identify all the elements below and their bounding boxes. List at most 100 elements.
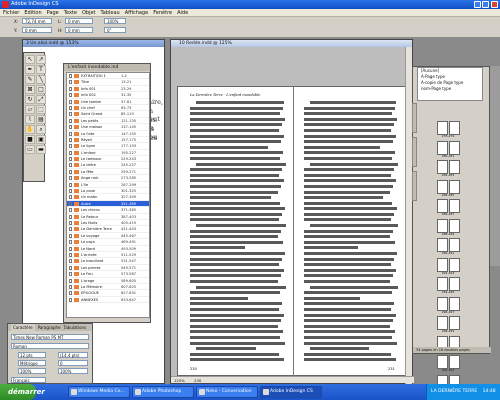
- preview-view-icon[interactable]: ▬: [36, 145, 46, 154]
- side-tab-info[interactable]: [412, 171, 417, 201]
- page-thumb[interactable]: [448, 179, 460, 194]
- page-thumb[interactable]: [448, 160, 460, 174]
- rectangle-frame-tool-icon[interactable]: ⊠: [25, 85, 35, 94]
- page-thumb[interactable]: [448, 296, 460, 311]
- maximize-button[interactable]: [482, 1, 489, 8]
- type-tool-icon[interactable]: T: [36, 65, 46, 74]
- taskbar-button-conversation[interactable]: Neko - Conversation: [196, 386, 258, 398]
- rectangle-tool-icon[interactable]: □: [36, 85, 46, 94]
- stroke-swatch-icon[interactable]: ▣: [36, 135, 46, 144]
- tab-tabs[interactable]: Tabulations: [64, 324, 87, 331]
- visibility-icon[interactable]: [69, 157, 72, 162]
- page-thumb[interactable]: [448, 199, 460, 213]
- visibility-icon[interactable]: [69, 99, 72, 104]
- x-field[interactable]: 72,74 mm: [22, 18, 52, 24]
- page-thumb[interactable]: [448, 257, 460, 272]
- horizontal-scrollbar[interactable]: 125% 230: [171, 376, 414, 383]
- visibility-icon[interactable]: [69, 118, 72, 123]
- normal-view-icon[interactable]: ▭: [25, 145, 35, 154]
- visibility-icon[interactable]: [69, 86, 72, 91]
- spread-thumbnail[interactable]: 284-285: [431, 179, 465, 198]
- page-thumb[interactable]: [436, 179, 448, 194]
- vertical-scale-field[interactable]: 100%: [18, 368, 46, 374]
- start-button[interactable]: démarrer: [0, 384, 45, 400]
- visibility-icon[interactable]: [69, 112, 72, 117]
- visibility-icon[interactable]: [69, 125, 72, 130]
- gradient-tool-icon[interactable]: ▤: [36, 115, 46, 124]
- font-size-field[interactable]: 12 pts: [18, 352, 46, 358]
- side-tab-pages[interactable]: [412, 103, 417, 133]
- spread-thumbnail[interactable]: 298-299: [431, 316, 465, 334]
- visibility-icon[interactable]: [69, 137, 72, 142]
- minimize-button[interactable]: [474, 1, 481, 8]
- page-thumb[interactable]: [448, 277, 460, 291]
- direct-selection-tool-icon[interactable]: ↗: [36, 55, 46, 64]
- visibility-icon[interactable]: [69, 220, 72, 225]
- spread-thumbnail[interactable]: 292-293: [431, 257, 465, 276]
- tab-character[interactable]: Caractère: [11, 324, 35, 331]
- document-tab-2[interactable]: 10 Redde.indd @ 125%: [171, 40, 412, 47]
- line-tool-icon[interactable]: ╲: [36, 75, 46, 84]
- y-field[interactable]: 0 mm: [22, 27, 52, 33]
- visibility-icon[interactable]: [69, 272, 72, 277]
- visibility-icon[interactable]: [69, 265, 72, 270]
- spread-thumbnail[interactable]: 290-291: [431, 238, 465, 256]
- visibility-icon[interactable]: [69, 201, 72, 206]
- spread-thumbnail[interactable]: 278-279: [431, 121, 465, 139]
- spread-thumbnail[interactable]: 280-281: [431, 140, 465, 159]
- transform-tool-icon[interactable]: ⬚: [36, 105, 46, 114]
- scale-field[interactable]: 100%: [104, 18, 126, 24]
- visibility-icon[interactable]: [69, 208, 72, 213]
- visibility-icon[interactable]: [69, 246, 72, 251]
- page-thumb[interactable]: [448, 121, 460, 135]
- page-thumb[interactable]: [448, 218, 460, 233]
- eyedropper-tool-icon[interactable]: ⌇: [25, 115, 35, 124]
- visibility-icon[interactable]: [69, 144, 72, 149]
- visibility-icon[interactable]: [69, 252, 72, 257]
- visibility-icon[interactable]: [69, 131, 72, 136]
- visibility-icon[interactable]: [69, 182, 72, 187]
- menu-objet[interactable]: Objet: [82, 9, 96, 16]
- hand-tool-icon[interactable]: ✋: [25, 125, 35, 134]
- page-thumb[interactable]: [448, 316, 460, 330]
- tab-paragraph[interactable]: Paragraphe: [38, 324, 61, 331]
- page-thumb[interactable]: [436, 121, 448, 135]
- zoom-tool-icon[interactable]: ⌕: [36, 125, 46, 134]
- visibility-icon[interactable]: [69, 291, 72, 296]
- menu-fichier[interactable]: Fichier: [3, 9, 19, 16]
- page-thumb[interactable]: [448, 140, 460, 155]
- visibility-icon[interactable]: [69, 105, 72, 110]
- book-document-item[interactable]: ANNEXES 633-647: [67, 297, 149, 304]
- visibility-icon[interactable]: [69, 227, 72, 232]
- visibility-icon[interactable]: [69, 163, 72, 168]
- menu-tableau[interactable]: Tableau: [101, 9, 120, 16]
- menu-texte[interactable]: Texte: [64, 9, 77, 16]
- close-button[interactable]: [491, 1, 498, 8]
- pen-tool-icon[interactable]: ✒: [25, 65, 35, 74]
- selection-tool-icon[interactable]: ↖: [25, 55, 35, 64]
- page-thumb[interactable]: [436, 257, 448, 272]
- shear-tool-icon[interactable]: ▱: [25, 105, 35, 114]
- page-thumb[interactable]: [436, 218, 448, 233]
- page-thumb[interactable]: [436, 199, 448, 213]
- spread-thumbnail[interactable]: 302-303: [431, 355, 465, 373]
- angle-field[interactable]: 0°: [104, 27, 126, 33]
- menu-page[interactable]: Page: [47, 9, 59, 16]
- pencil-tool-icon[interactable]: ✎: [25, 75, 35, 84]
- horizontal-scale-field[interactable]: 100%: [58, 368, 88, 374]
- fill-swatch-icon[interactable]: ■: [25, 135, 35, 144]
- taskbar-button-indesign[interactable]: Adobe InDesign CS: [260, 386, 322, 398]
- h-field[interactable]: 0 mm: [65, 27, 93, 33]
- scale-tool-icon[interactable]: ⤢: [36, 95, 46, 104]
- page-thumb[interactable]: [436, 238, 448, 252]
- font-style-select[interactable]: Roman: [11, 343, 89, 349]
- taskbar-button-photoshop[interactable]: Adobe Photoshop: [132, 386, 194, 398]
- menu-edition[interactable]: Edition: [24, 9, 41, 16]
- visibility-icon[interactable]: [69, 176, 72, 181]
- kerning-field[interactable]: Métrique: [18, 360, 46, 366]
- visibility-icon[interactable]: [69, 80, 72, 85]
- page-thumb[interactable]: [436, 355, 448, 369]
- visibility-icon[interactable]: [69, 214, 72, 219]
- visibility-icon[interactable]: [69, 189, 72, 194]
- visibility-icon[interactable]: [69, 74, 72, 78]
